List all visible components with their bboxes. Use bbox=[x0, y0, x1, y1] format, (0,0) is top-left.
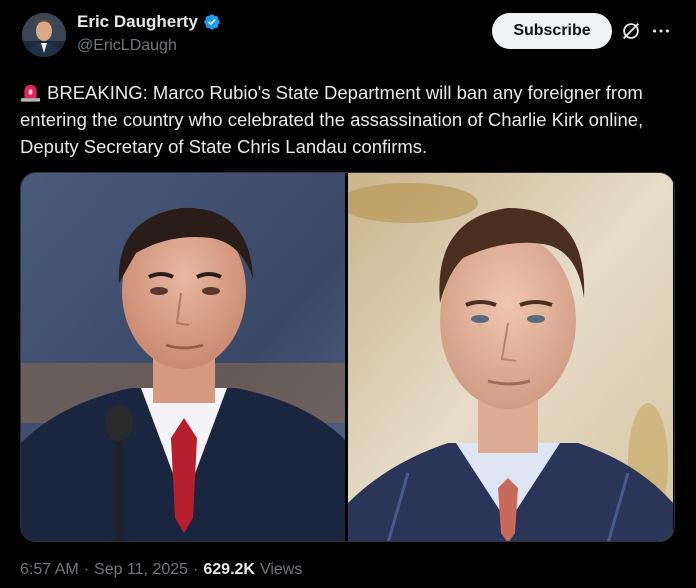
name-row: Eric Daugherty bbox=[77, 12, 221, 32]
tweet-meta: 6:57 AM · Sep 11, 2025 · 629.2K Views bbox=[20, 561, 302, 579]
tweet-media[interactable] bbox=[20, 172, 675, 542]
verified-badge-icon bbox=[204, 14, 220, 30]
subscribe-button[interactable]: Subscribe bbox=[492, 13, 612, 49]
more-horizontal-icon[interactable] bbox=[650, 20, 672, 42]
photo-left[interactable] bbox=[21, 173, 348, 541]
author-display-name[interactable]: Eric Daugherty bbox=[77, 12, 198, 32]
views-count: 629.2K bbox=[203, 561, 255, 578]
grok-slash-icon[interactable] bbox=[620, 20, 642, 42]
police-siren-icon bbox=[20, 85, 41, 102]
photo-right[interactable] bbox=[348, 173, 674, 541]
photo-man-in-suit-right bbox=[348, 173, 673, 541]
tweet-text: BREAKING: Marco Rubio's State Department… bbox=[20, 82, 644, 157]
meta-separator: · bbox=[193, 561, 199, 578]
author-avatar[interactable] bbox=[22, 13, 66, 57]
meta-separator: · bbox=[83, 561, 90, 578]
author-block: Eric Daugherty @EricLDaugh bbox=[77, 12, 221, 55]
tweet-body: BREAKING: Marco Rubio's State Department… bbox=[20, 79, 680, 160]
views-label: Views bbox=[259, 561, 303, 578]
tweet-time[interactable]: 6:57 AM bbox=[20, 561, 79, 579]
tweet-date[interactable]: Sep 11, 2025 bbox=[94, 561, 188, 579]
author-handle[interactable]: @EricLDaugh bbox=[77, 37, 221, 55]
photo-man-in-suit-left bbox=[21, 173, 345, 541]
